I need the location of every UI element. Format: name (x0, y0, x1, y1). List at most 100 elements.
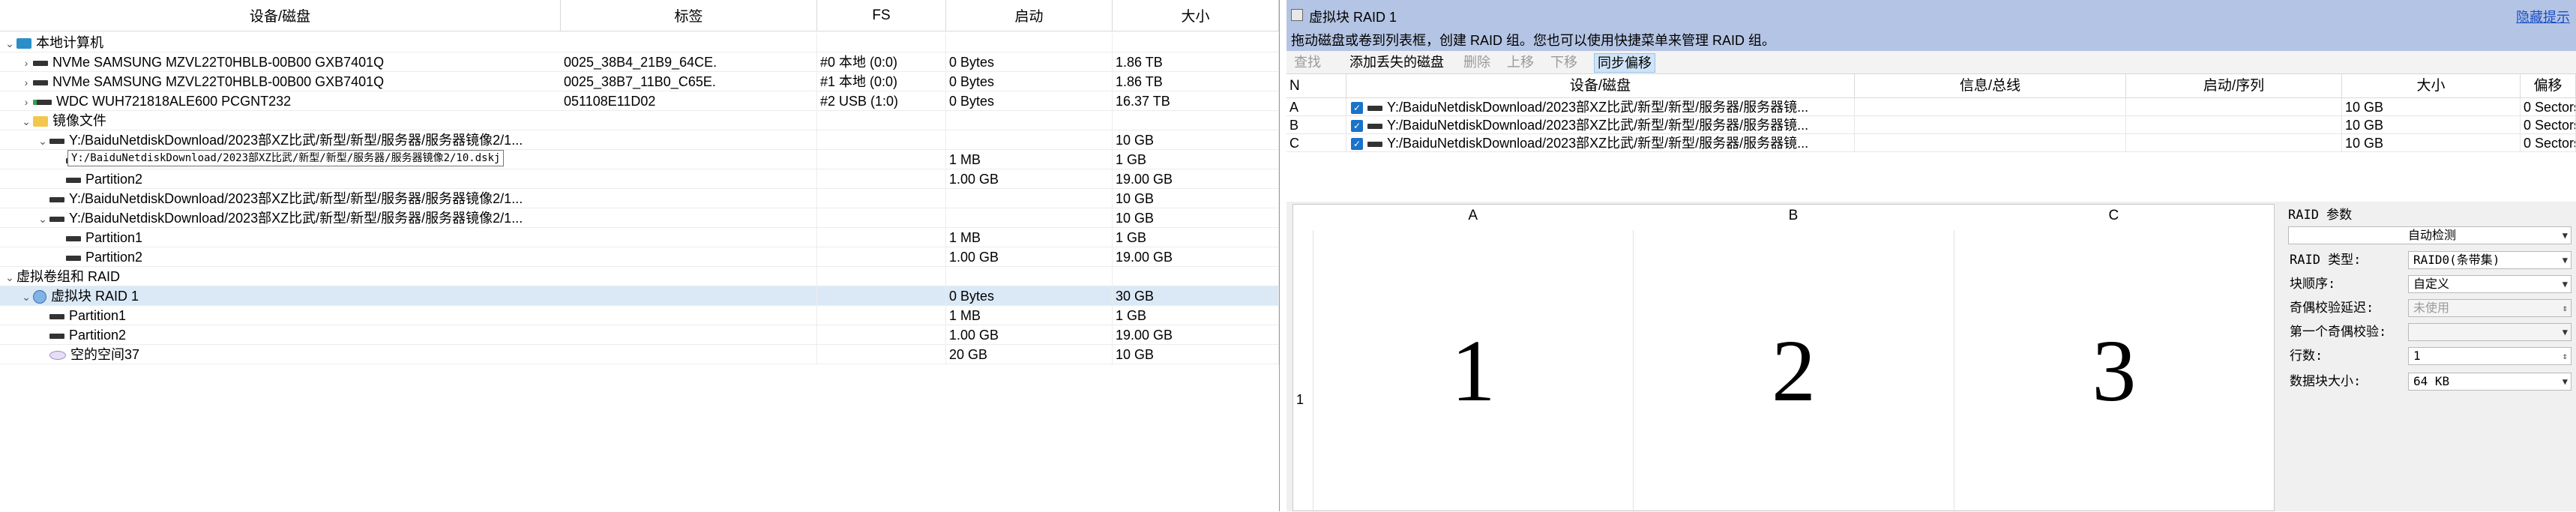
chevron-right-icon[interactable]: › (19, 53, 33, 71)
grid-column-header[interactable]: 信息/总线 (1855, 74, 2126, 98)
auto-detect-button[interactable]: 自动检测 ▼ (2288, 226, 2572, 244)
tree-row[interactable]: › NVMe SAMSUNG MZVL22T0HBLB-00B00 GXB7401… (0, 72, 1279, 91)
raid-member-row[interactable]: C ✓ Y:/BaiduNetdiskDownload/2023部XZ比武/新型/新… (1287, 134, 2576, 152)
toolbar-button[interactable]: 上移 (1504, 53, 1537, 71)
raid-toolbar: 查找 添加丢失的磁盘 删除 上移 下移 同步偏移 (1287, 51, 2576, 74)
member-checkbox[interactable]: ✓ (1351, 102, 1363, 115)
tree-row[interactable]: › NVMe SAMSUNG MZVL22T0HBLB-00B00 GXB7401… (0, 52, 1279, 72)
chevron-right-icon[interactable]: › (19, 92, 33, 110)
toolbar-button[interactable]: 删除 (1460, 53, 1493, 71)
tree-cell-fs: #1 本地 (0:0) (817, 72, 946, 91)
tree-row[interactable]: Y:/BaiduNetdiskDownload/2023部XZ比武/新型/新型/… (0, 189, 1279, 208)
toolbar-button[interactable]: 同步偏移 (1594, 53, 1655, 73)
tree-cell-start (946, 267, 1113, 286)
tree-cell-size: 1 GB (1113, 306, 1279, 325)
tree-cell-start (946, 189, 1113, 208)
tree-cell-start: 1 MB (946, 306, 1113, 325)
grid-column-header[interactable]: N (1287, 74, 1346, 98)
tree-cell-start (946, 111, 1113, 130)
member-checkbox[interactable]: ✓ (1351, 120, 1363, 133)
tree-row[interactable]: 空的空间37 20 GB 10 GB (0, 345, 1279, 364)
tree-cell-label (561, 150, 817, 169)
tree-cell-size: 10 GB (1113, 130, 1279, 150)
tree-cell-start: 0 Bytes (946, 286, 1113, 306)
tree-cell-name: ⌄ 本地计算机 (0, 33, 561, 52)
raid-block-cell[interactable]: 1 (1313, 230, 1633, 512)
tree-cell-size: 1 GB (1113, 228, 1279, 247)
first-parity-label: 第一个奇偶校验: (2290, 325, 2387, 340)
tree-row[interactable]: Partition1 1 MB 1 GB (0, 228, 1279, 247)
chevron-down-icon[interactable]: ⌄ (3, 268, 16, 286)
tree-cell-size: 10 GB (1113, 208, 1279, 228)
toolbar-button[interactable]: 添加丢失的磁盘 (1346, 53, 1447, 71)
chevron-down-icon[interactable]: ⌄ (36, 209, 49, 227)
chevron-down-icon: ▼ (2562, 376, 2568, 387)
column-header[interactable]: 大小 (1113, 0, 1279, 31)
computer-icon (16, 38, 31, 49)
tree-row[interactable]: Partition2 1.00 GB 19.00 GB (0, 169, 1279, 189)
first-parity-select[interactable]: ▼ (2408, 323, 2572, 341)
disk-icon (1367, 141, 1382, 147)
hide-tip-link[interactable]: 隐藏提示 (2516, 7, 2570, 26)
column-header[interactable]: 设备/磁盘 (0, 0, 561, 31)
parity-delay-stepper[interactable]: 未使用 ⇕ (2408, 299, 2572, 317)
block-size-select[interactable]: 64 KB ▼ (2408, 373, 2572, 391)
tree-row[interactable]: ⌄ 虚拟卷组和 RAID (0, 267, 1279, 286)
chevron-down-icon[interactable]: ⌄ (3, 34, 16, 52)
tree-cell-name: Partition2 (0, 325, 561, 345)
grid-column-header[interactable]: 大小 (2342, 74, 2521, 98)
tree-item-label: WDC WUH721818ALE600 PCGNT232 (56, 94, 292, 109)
column-header[interactable]: 启动 (946, 0, 1113, 31)
tree-cell-label (561, 286, 817, 306)
partition-icon (66, 177, 81, 183)
column-header[interactable]: 标签 (561, 0, 817, 31)
raid-title-bar: 虚拟块 RAID 1 隐藏提示 拖动磁盘或卷到列表框，创建 RAID 组。您也可… (1287, 0, 2576, 51)
toolbar-button[interactable]: 下移 (1547, 53, 1580, 71)
grid-column-header[interactable]: 启动/序列 (2126, 74, 2342, 98)
tree-cell-start (946, 33, 1113, 52)
chevron-down-icon[interactable]: ⌄ (19, 287, 33, 305)
tree-cell-size (1113, 33, 1279, 52)
tree-row[interactable]: ⌄ Y:/BaiduNetdiskDownload/2023部XZ比武/新型/新型… (0, 208, 1279, 228)
chevron-down-icon: ▼ (2562, 230, 2568, 241)
member-checkbox[interactable]: ✓ (1351, 138, 1363, 151)
tree-item-label: Partition1 (85, 230, 143, 245)
tree-item-label: Partition2 (69, 328, 127, 343)
chevron-right-icon[interactable]: › (19, 73, 33, 91)
rows-stepper[interactable]: 1 ⇕ (2408, 347, 2572, 365)
raid-block-cell[interactable]: 3 (1953, 230, 2274, 512)
tree-row[interactable]: › WDC WUH721818ALE600 PCGNT232 051108E11D0… (0, 91, 1279, 111)
column-header[interactable]: FS (817, 0, 946, 31)
member-cell-n: A (1287, 98, 1346, 116)
tree-cell-start: 0 Bytes (946, 72, 1113, 91)
member-cell-size: 10 GB (2342, 98, 2521, 116)
tree-row[interactable]: ⌄ 虚拟块 RAID 1 0 Bytes 30 GB (0, 286, 1279, 306)
chevron-down-icon[interactable]: ⌄ (36, 131, 49, 149)
raid-block-cell[interactable]: 2 (1633, 230, 1953, 512)
tree-cell-size: 10 GB (1113, 189, 1279, 208)
tree-cell-fs (817, 325, 946, 345)
tree-row[interactable]: ⌄ Y:/BaiduNetdiskDownload/2023部XZ比武/新型/新型… (0, 130, 1279, 150)
tree-row[interactable]: ⌄ 镜像文件 (0, 111, 1279, 130)
auto-detect-label: 自动检测 (2407, 228, 2456, 242)
tree-item-label: 虚拟卷组和 RAID (16, 269, 121, 284)
spinner-icon: ⇕ (2562, 351, 2568, 361)
raid-member-row[interactable]: B ✓ Y:/BaiduNetdiskDownload/2023部XZ比武/新型/新… (1287, 116, 2576, 134)
tree-cell-name: ⌄ 镜像文件 (0, 111, 561, 130)
tree-cell-name: Partition1 (0, 228, 561, 247)
raid-type-select[interactable]: RAID0(条带集) ▼ (2408, 251, 2572, 269)
tree-row[interactable]: ⌄ 本地计算机 (0, 33, 1279, 52)
virtual-raid-icon (33, 290, 46, 304)
rows-value: 1 (2413, 349, 2421, 363)
tree-row[interactable]: Partition2 1.00 GB 19.00 GB (0, 247, 1279, 267)
grid-column-header[interactable]: 设备/磁盘 (1346, 74, 1855, 98)
toolbar-button[interactable]: 查找 (1291, 53, 1324, 71)
grid-column-header[interactable]: 偏移 (2521, 74, 2576, 98)
block-order-select[interactable]: 自定义 ▼ (2408, 275, 2572, 293)
raid-member-row[interactable]: A ✓ Y:/BaiduNetdiskDownload/2023部XZ比武/新型/新… (1287, 98, 2576, 116)
chevron-down-icon[interactable]: ⌄ (19, 112, 33, 130)
tree-cell-start: 1.00 GB (946, 247, 1113, 267)
tree-row[interactable]: Partition2 1.00 GB 19.00 GB (0, 325, 1279, 345)
disk-icon (33, 60, 48, 66)
tree-row[interactable]: Partition1 1 MB 1 GB (0, 306, 1279, 325)
